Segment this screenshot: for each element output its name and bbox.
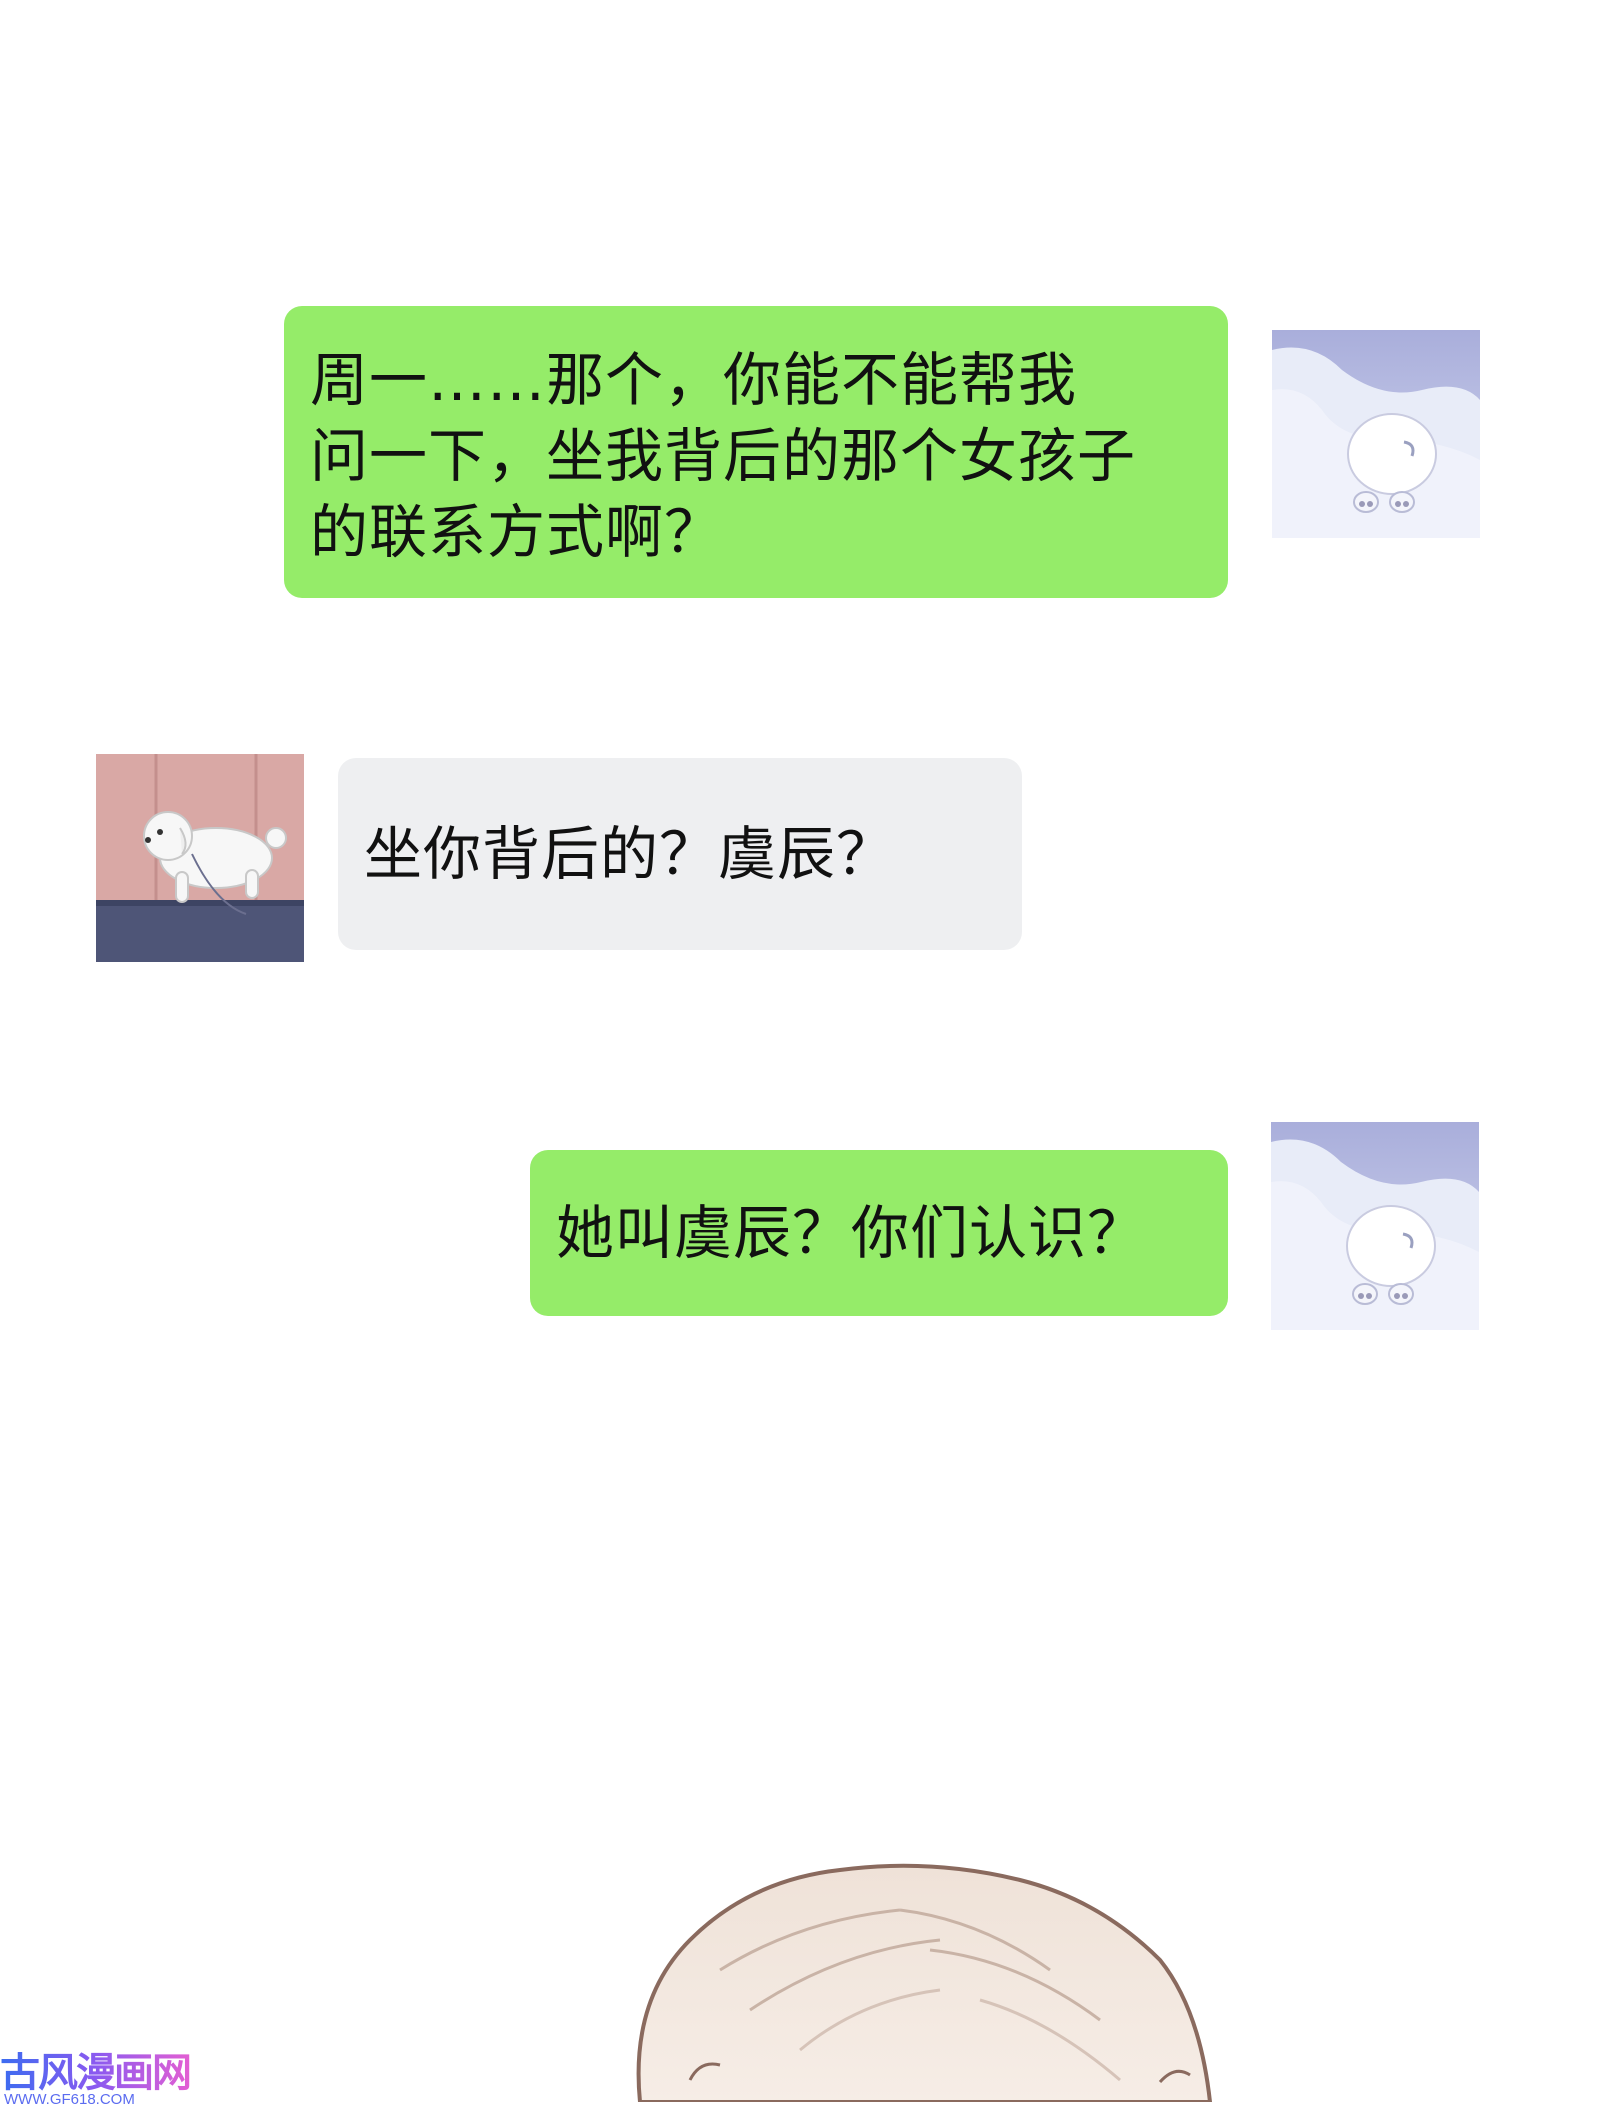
white-dog-avatar[interactable] — [96, 754, 304, 962]
message-text-line: 坐你背后的？虞辰？ — [364, 820, 896, 888]
watermark-title: 古风漫画网 — [0, 2050, 192, 2096]
message-text-line: 她叫虞辰？你们认识？ — [556, 1199, 1147, 1267]
message-text-line: 周一……那个，你能不能帮我 — [310, 346, 1078, 414]
polar-bear-avatar[interactable] — [1272, 330, 1480, 538]
polar-bear-icon — [1272, 330, 1480, 538]
sent-message-bubble: 她叫虞辰？你们认识？ — [530, 1150, 1228, 1316]
chat-scene: 周一……那个，你能不能帮我 问一下，坐我背后的那个女孩子 的联系方式啊？ 坐你背… — [0, 0, 1600, 2108]
sent-message-bubble: 周一……那个，你能不能帮我 问一下，坐我背后的那个女孩子 的联系方式啊？ — [284, 306, 1228, 598]
polar-bear-avatar[interactable] — [1271, 1122, 1479, 1330]
polar-bear-icon — [1271, 1122, 1479, 1330]
character-hair-illustration — [636, 1863, 1213, 2102]
watermark-url: WWW.GF618.COM — [4, 2091, 135, 2108]
received-message-bubble: 坐你背后的？虞辰？ — [338, 758, 1022, 950]
message-text-line: 问一下，坐我背后的那个女孩子 — [310, 422, 1137, 490]
dog-icon — [96, 754, 304, 962]
site-watermark: 古风漫画网 WWW.GF618.COM — [0, 2050, 230, 2108]
message-text-line: 的联系方式啊？ — [310, 498, 724, 566]
